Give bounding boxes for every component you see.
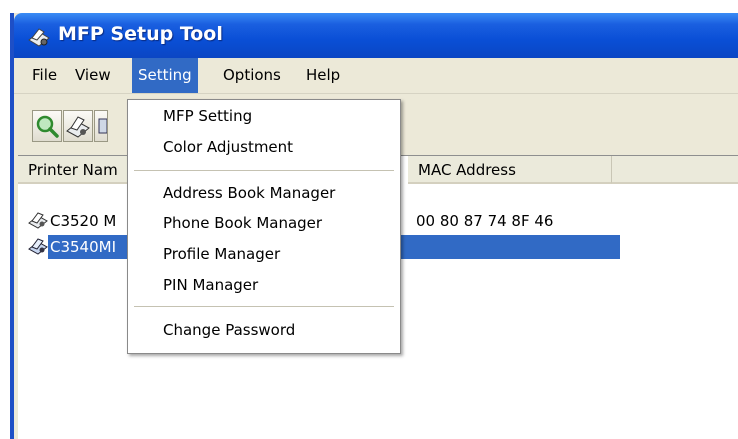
printer-setup-icon: [66, 116, 90, 138]
menu-item-pin-manager[interactable]: PIN Manager: [163, 276, 258, 294]
menu-options[interactable]: Options: [217, 58, 287, 93]
printer-name: C3540MI: [50, 238, 117, 256]
menu-help[interactable]: Help: [300, 58, 346, 93]
menu-item-change-password[interactable]: Change Password: [163, 321, 295, 339]
printer-icon: [28, 238, 48, 255]
window-title: MFP Setup Tool: [58, 23, 223, 45]
column-header-mac-address[interactable]: MAC Address: [408, 156, 612, 184]
menu-separator: [134, 306, 394, 307]
column-header-printer-name[interactable]: Printer Nam: [18, 156, 144, 184]
menu-setting[interactable]: Setting: [132, 58, 198, 93]
menu-view[interactable]: View: [69, 58, 117, 93]
mac-address: 00 80 87 74 8F 46: [416, 212, 554, 230]
printer-gear-icon: [28, 28, 50, 47]
menu-item-phone-book-manager[interactable]: Phone Book Manager: [163, 214, 322, 232]
menu-bar: File View Setting Options Help: [14, 58, 738, 94]
menu-item-profile-manager[interactable]: Profile Manager: [163, 245, 280, 263]
title-bar[interactable]: MFP Setup Tool: [14, 13, 738, 58]
setting-dropdown-menu: MFP Setting Color Adjustment Address Boo…: [127, 99, 401, 354]
printer-name: C3520 M: [50, 212, 117, 230]
menu-item-color-adjustment[interactable]: Color Adjustment: [163, 138, 293, 156]
printer-setup-button[interactable]: [63, 110, 93, 142]
printer-icon: [28, 212, 48, 229]
printer-properties-icon: [98, 118, 107, 134]
column-header-empty[interactable]: [612, 156, 738, 184]
menu-item-mfp-setting[interactable]: MFP Setting: [163, 107, 252, 125]
menu-file[interactable]: File: [26, 58, 63, 93]
search-button[interactable]: [32, 110, 62, 142]
menu-separator: [134, 170, 394, 171]
printer-properties-button[interactable]: [94, 110, 108, 142]
search-icon: [36, 115, 59, 138]
menu-item-address-book-manager[interactable]: Address Book Manager: [163, 184, 335, 202]
